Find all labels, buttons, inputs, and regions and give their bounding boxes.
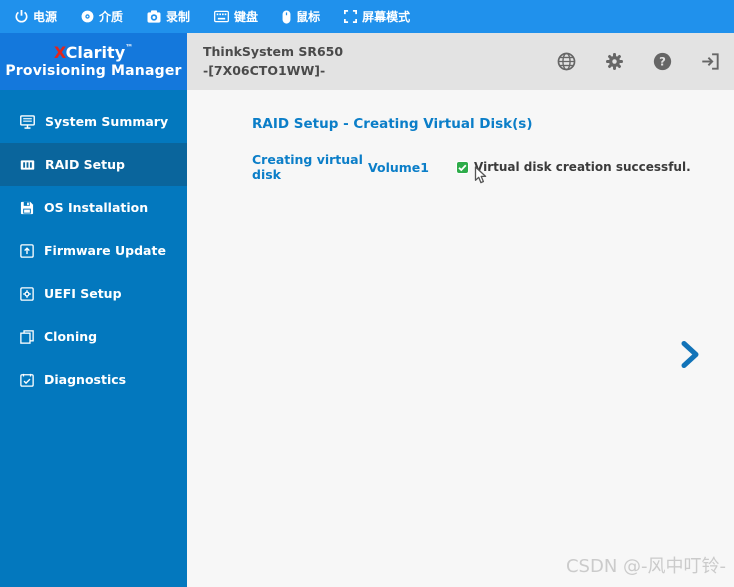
system-header: ThinkSystem SR650 -[7X06CTO1WW]- ?	[187, 33, 734, 90]
screen-mode-label: 屏幕模式	[362, 10, 411, 24]
keyboard-label: 键盘	[234, 10, 259, 24]
system-summary-icon	[20, 114, 35, 129]
brand-trademark: ™	[125, 42, 134, 52]
sidebar-item-label: RAID Setup	[45, 157, 125, 172]
status-message: Virtual disk creation successful.	[474, 160, 691, 174]
exit-icon[interactable]	[701, 52, 720, 71]
main-content: RAID Setup - Creating Virtual Disk(s) Cr…	[187, 90, 734, 587]
mouse-label: 鼠标	[296, 10, 321, 24]
sidebar-item-label: System Summary	[45, 114, 169, 129]
os-installation-icon	[20, 201, 34, 215]
help-icon[interactable]: ?	[653, 52, 672, 71]
settings-gear-icon[interactable]	[605, 52, 624, 71]
xclarity-logo: XClarity™ Provisioning Manager	[0, 33, 187, 90]
sidebar-item-label: Firmware Update	[44, 243, 166, 258]
sidebar-item-system-summary[interactable]: System Summary	[0, 100, 187, 143]
sidebar-item-label: UEFI Setup	[44, 286, 122, 301]
system-serial: -[7X06CTO1WW]-	[203, 62, 326, 78]
power-icon	[15, 10, 28, 23]
mouse-icon	[282, 9, 291, 24]
nav-sidebar: System Summary RAID Setup OS Installatio…	[0, 90, 187, 587]
mouse-button[interactable]: 鼠标	[282, 8, 320, 25]
task-label: Creating virtual disk	[252, 152, 363, 182]
diagnostics-icon	[20, 373, 34, 387]
firmware-update-icon	[20, 243, 34, 258]
brand-name: XClarity™	[54, 43, 133, 63]
disc-icon	[81, 10, 94, 23]
brand-clarity: Clarity	[65, 42, 126, 62]
sidebar-item-os-installation[interactable]: OS Installation	[0, 186, 187, 229]
brand-x: X	[53, 42, 66, 62]
sidebar-item-uefi-setup[interactable]: UEFI Setup	[0, 272, 187, 315]
sidebar-item-cloning[interactable]: Cloning	[0, 315, 187, 358]
sidebar-item-label: Cloning	[44, 329, 98, 344]
page-title: RAID Setup - Creating Virtual Disk(s)	[252, 116, 533, 132]
record-label: 录制	[166, 10, 191, 24]
brand-subtitle: Provisioning Manager	[5, 62, 182, 79]
power-button[interactable]: 电源	[15, 8, 57, 25]
sidebar-item-label: OS Installation	[44, 200, 149, 215]
success-check-icon	[456, 160, 469, 174]
system-model: ThinkSystem SR650	[203, 43, 344, 59]
system-identity: ThinkSystem SR650 -[7X06CTO1WW]-	[187, 43, 343, 81]
header-actions: ?	[557, 52, 734, 71]
screen-mode-button[interactable]: 屏幕模式	[344, 8, 410, 25]
svg-text:?: ?	[659, 55, 666, 69]
keyboard-button[interactable]: 键盘	[214, 8, 258, 25]
volume-name: Volume1	[368, 159, 429, 175]
watermark: CSDN @-风中叮铃-	[565, 556, 726, 577]
record-button[interactable]: 录制	[147, 8, 190, 25]
media-button[interactable]: 介质	[81, 8, 123, 25]
camera-icon	[147, 10, 161, 23]
next-page-button[interactable]	[680, 340, 701, 373]
language-globe-icon[interactable]	[557, 52, 576, 71]
keyboard-icon	[214, 10, 230, 23]
raid-setup-icon	[20, 158, 35, 172]
fullscreen-icon	[344, 10, 358, 23]
task-row: Creating virtual disk Volume1 Virtual di…	[252, 152, 691, 182]
remote-console-toolbar: 电源 介质 录制 键盘 鼠标 屏幕模式	[0, 0, 734, 33]
sidebar-item-firmware-update[interactable]: Firmware Update	[0, 229, 187, 272]
sidebar-item-label: Diagnostics	[44, 372, 127, 387]
media-label: 介质	[99, 10, 124, 24]
uefi-setup-icon	[20, 286, 34, 301]
sidebar-item-diagnostics[interactable]: Diagnostics	[0, 358, 187, 401]
cloning-icon	[20, 329, 34, 344]
sidebar-item-raid-setup[interactable]: RAID Setup	[0, 143, 187, 186]
power-label: 电源	[33, 10, 58, 24]
